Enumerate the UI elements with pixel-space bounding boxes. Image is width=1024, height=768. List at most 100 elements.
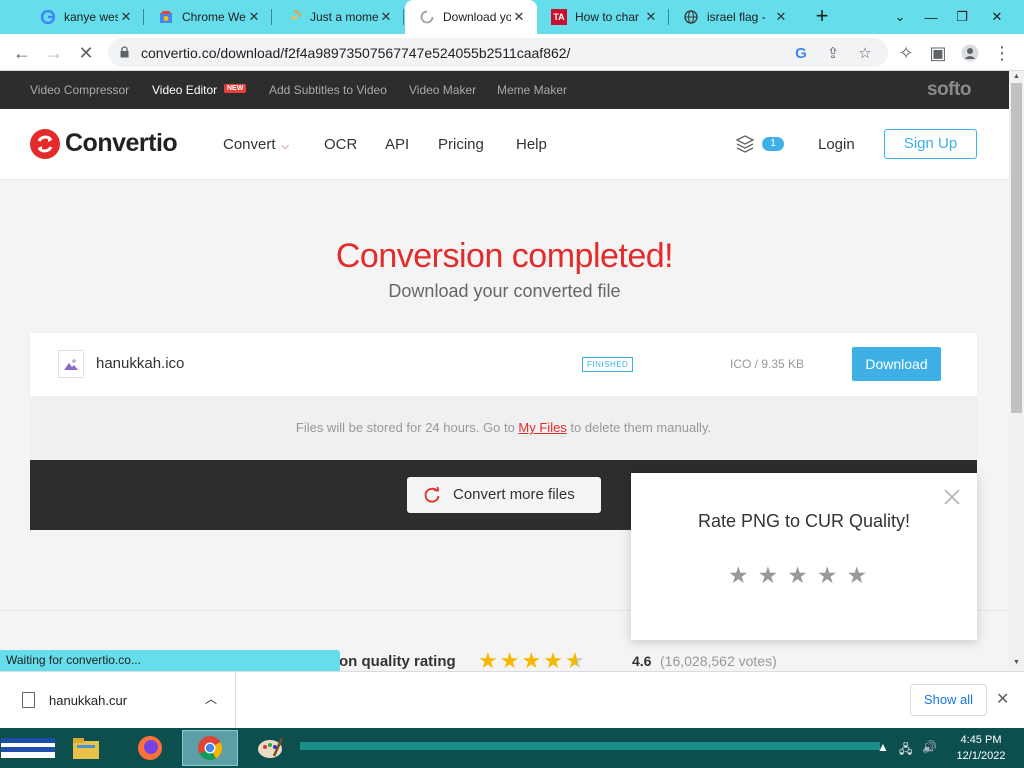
star-3-icon[interactable]: ★	[787, 562, 817, 588]
bookmark-star-icon[interactable]: ☆	[854, 42, 876, 64]
browser-toolbar: ← → ✕ convertio.co/download/f2f4a9897350…	[0, 34, 1024, 71]
tab-kanye-west[interactable]: kanye west - ✕	[26, 0, 144, 34]
tab-download-active[interactable]: Download yo ✕	[405, 0, 537, 34]
scrollbar-thumb[interactable]	[1011, 83, 1022, 413]
chrome-taskbar-icon[interactable]	[182, 730, 238, 766]
ta-icon: TA	[551, 9, 567, 25]
side-panel-icon[interactable]: ▣	[925, 40, 951, 66]
forward-arrow-icon[interactable]: →	[41, 40, 67, 66]
start-flag-icon[interactable]	[0, 730, 56, 766]
clock-time: 4:45 PM	[960, 734, 1002, 746]
restore-icon[interactable]: ❐	[945, 0, 979, 34]
share-icon[interactable]: ⇪	[822, 42, 844, 64]
image-file-icon	[58, 350, 84, 378]
promo-link-add-subtitles[interactable]: Add Subtitles to Video	[269, 83, 387, 97]
network-icon[interactable]: 🖧	[899, 740, 912, 761]
page-scrollbar[interactable]: ▲ ▼	[1009, 71, 1024, 671]
star-icon: ★	[521, 648, 544, 673]
system-clock[interactable]: 4:45 PM 12/1/2022	[948, 732, 1014, 764]
tab-title: kanye west -	[64, 10, 118, 24]
promo-link-video-editor[interactable]: Video Editor	[152, 83, 217, 97]
nav-api[interactable]: API	[385, 136, 409, 153]
signup-button[interactable]: Sign Up	[884, 129, 977, 159]
storage-note: Files will be stored for 24 hours. Go to…	[30, 396, 977, 460]
convert-more-button[interactable]: Convert more files	[407, 477, 601, 513]
tab-close-icon[interactable]: ✕	[773, 9, 789, 25]
window-close-icon[interactable]: ✕	[980, 0, 1014, 34]
promo-link-meme-maker[interactable]: Meme Maker	[497, 83, 567, 97]
my-files-link[interactable]: My Files	[518, 420, 566, 435]
nav-convert[interactable]: Convert ⌵	[223, 136, 289, 153]
lock-icon	[120, 46, 129, 58]
new-tab-button[interactable]: +	[810, 5, 834, 29]
google-icon	[40, 9, 56, 25]
download-file-name: hanukkah.cur	[49, 693, 128, 708]
address-bar[interactable]: convertio.co/download/f2f4a9897350756774…	[108, 38, 888, 67]
tab-close-icon[interactable]: ✕	[511, 9, 527, 25]
tab-search-chevron-icon[interactable]: ⌄	[883, 0, 917, 34]
close-shelf-icon[interactable]: ✕	[996, 689, 1009, 709]
page-subtitle: Download your converted file	[388, 281, 621, 301]
softo-logo[interactable]: softo	[927, 79, 971, 101]
new-badge: NEW	[224, 84, 247, 93]
site-header: Convertio Convert ⌵ OCR API Pricing Help …	[0, 109, 1009, 180]
google-lens-icon[interactable]: G	[790, 42, 812, 64]
tab-just-a-moment[interactable]: Just a mome ✕	[272, 0, 404, 34]
nav-help[interactable]: Help	[516, 136, 547, 153]
layers-icon[interactable]	[735, 134, 755, 154]
scroll-up-icon[interactable]: ▲	[1009, 73, 1024, 80]
show-all-button[interactable]: Show all	[910, 684, 987, 716]
file-format-size: ICO / 9.35 KB	[730, 357, 805, 371]
back-arrow-icon[interactable]: ←	[9, 40, 35, 66]
file-explorer-icon[interactable]	[58, 730, 114, 766]
file-row: hanukkah.ico FINISHED ICO / 9.35 KB Down…	[30, 333, 977, 396]
page-title: Conversion completed!	[335, 237, 674, 275]
tab-chrome-web-store[interactable]: Chrome Wel ✕	[144, 0, 272, 34]
star-icon: ★	[499, 648, 522, 673]
tab-how-to-change[interactable]: TA How to char ✕	[537, 0, 669, 34]
url-text: convertio.co/download/f2f4a9897350756774…	[141, 45, 571, 61]
stop-loading-icon[interactable]: ✕	[73, 40, 99, 66]
nav-pricing[interactable]: Pricing	[438, 136, 484, 153]
tab-close-icon[interactable]: ✕	[118, 9, 134, 25]
star-half-icon: ★	[564, 648, 587, 673]
star-2-icon[interactable]: ★	[758, 562, 788, 588]
nav-ocr[interactable]: OCR	[324, 136, 357, 153]
loading-status-bubble: Waiting for convertio.co...	[0, 650, 340, 671]
tab-close-icon[interactable]: ✕	[643, 9, 659, 25]
file-icon	[22, 692, 35, 708]
status-badge: FINISHED	[582, 357, 634, 372]
kebab-menu-icon[interactable]: ⋮	[989, 40, 1015, 66]
profile-avatar-icon[interactable]	[957, 40, 983, 66]
close-icon[interactable]	[942, 487, 962, 507]
tab-close-icon[interactable]: ✕	[246, 9, 262, 25]
rating-score: 4.6	[632, 653, 652, 669]
browser-tab-strip: kanye west - ✕ Chrome Wel ✕ Just a mome …	[0, 0, 1024, 34]
show-hidden-icons-icon[interactable]: ▲	[877, 740, 889, 754]
download-button[interactable]: Download	[852, 347, 941, 381]
download-item[interactable]: hanukkah.cur ︿	[0, 672, 236, 728]
firefox-icon[interactable]	[122, 730, 178, 766]
promo-link-video-maker[interactable]: Video Maker	[409, 83, 476, 97]
tab-close-icon[interactable]: ✕	[378, 9, 394, 25]
minimize-icon[interactable]: —	[914, 0, 948, 34]
star-icon: ★	[543, 648, 565, 673]
convertio-logo-icon[interactable]	[30, 129, 60, 159]
convertio-logo-text[interactable]: Convertio	[65, 129, 178, 158]
login-link[interactable]: Login	[818, 136, 855, 153]
rate-quality-popup: Rate PNG to CUR Quality! ★★★★★	[631, 473, 977, 640]
promo-link-video-compressor[interactable]: Video Compressor	[30, 83, 129, 97]
rating-votes: (16,028,562 votes)	[660, 653, 777, 669]
popup-title: Rate PNG to CUR Quality!	[697, 511, 911, 531]
tab-israel-flag[interactable]: israel flag - ✕	[669, 0, 799, 34]
extensions-puzzle-icon[interactable]: ✧	[893, 40, 919, 66]
scroll-down-icon[interactable]: ▼	[1009, 659, 1024, 666]
chevron-up-icon[interactable]: ︿	[205, 690, 217, 707]
star-4-icon[interactable]: ★	[817, 562, 847, 588]
storage-note-text: Files will be stored for 24 hours. Go to	[295, 420, 519, 435]
volume-icon[interactable]: 🔊	[922, 740, 937, 754]
paint-icon[interactable]	[242, 730, 298, 766]
star-1-icon[interactable]: ★	[728, 562, 758, 588]
tab-title: How to char	[575, 10, 640, 24]
star-5-icon[interactable]: ★	[847, 562, 877, 588]
